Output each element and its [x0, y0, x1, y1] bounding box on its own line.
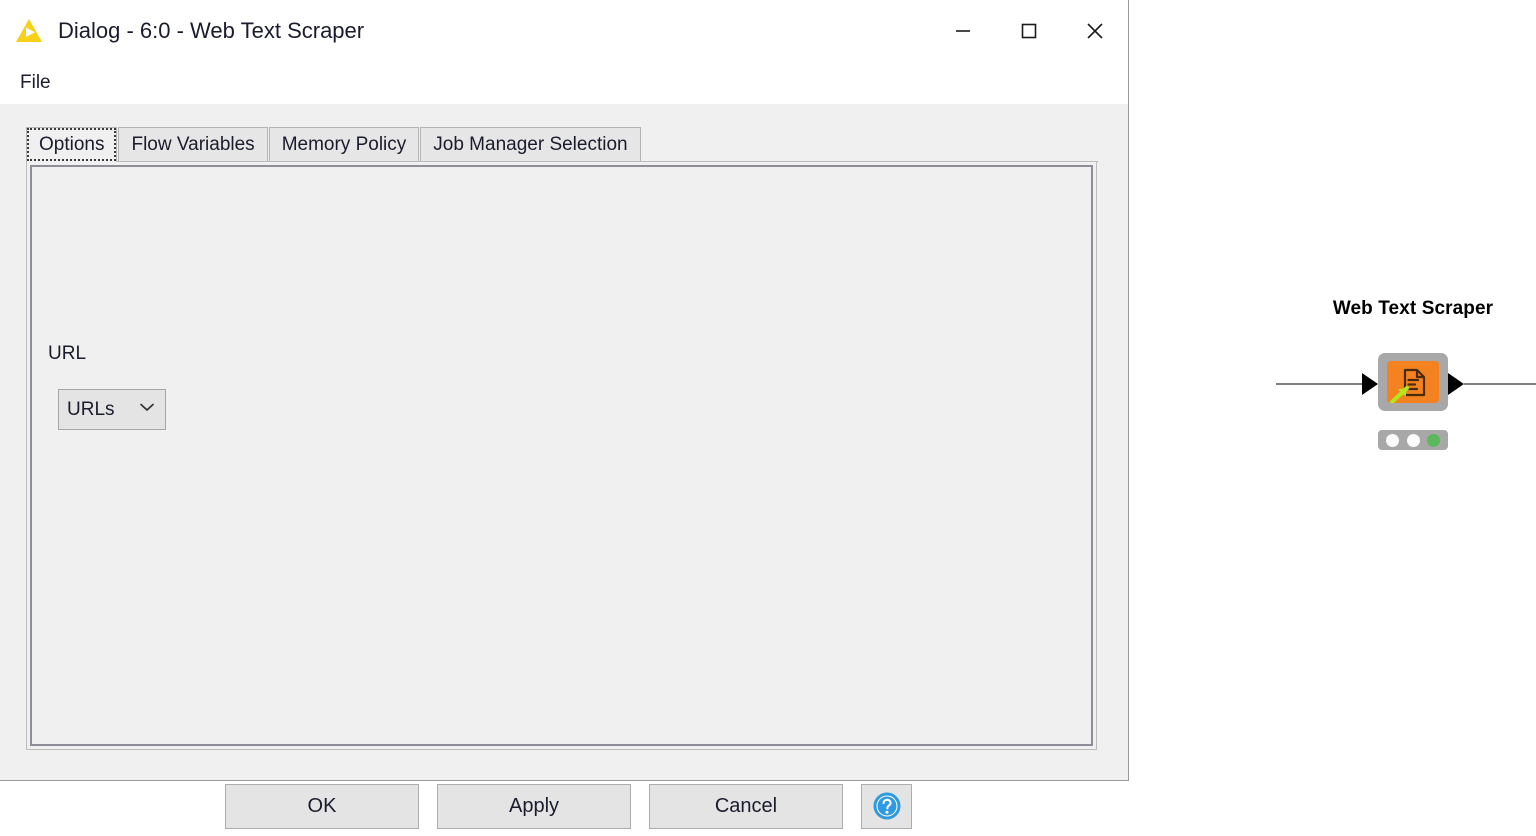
dialog-menubar: File	[0, 62, 1128, 104]
chevron-down-icon	[137, 400, 157, 419]
apply-button[interactable]: Apply	[437, 783, 631, 829]
tab-memory-policy-label: Memory Policy	[281, 134, 407, 155]
help-icon	[872, 791, 902, 821]
close-button[interactable]	[1062, 0, 1128, 62]
dialog-button-bar: OK Apply Cancel	[0, 776, 1128, 836]
tab-job-manager-selection[interactable]: Job Manager Selection	[420, 127, 641, 162]
node-connection-incoming	[1276, 383, 1366, 385]
tabstrip-filler	[641, 126, 1098, 162]
output-port-icon[interactable]	[1448, 373, 1464, 395]
tab-job-manager-selection-label: Job Manager Selection	[433, 134, 628, 155]
minimize-button[interactable]	[930, 0, 996, 62]
dialog-content: Options Flow Variables Memory Policy Job…	[0, 104, 1128, 829]
ok-button[interactable]: OK	[225, 783, 419, 829]
close-icon	[1083, 19, 1107, 43]
workflow-node-web-text-scraper[interactable]: Web Text Scraper	[1276, 298, 1536, 470]
node-status-led-idle	[1406, 433, 1420, 447]
tab-options-label: Options	[39, 134, 105, 155]
node-status-led-executed	[1427, 433, 1441, 447]
input-port-icon[interactable]	[1362, 373, 1378, 395]
node-body[interactable]	[1378, 353, 1448, 411]
tab-options[interactable]: Options	[26, 127, 118, 162]
tab-flow-variables[interactable]: Flow Variables	[118, 127, 268, 162]
node-label: Web Text Scraper	[1332, 298, 1494, 319]
url-column-select-value: URLs	[67, 398, 115, 420]
dialog-titlebar[interactable]: Dialog - 6:0 - Web Text Scraper	[0, 0, 1128, 62]
url-column-select[interactable]: URLs	[58, 389, 166, 430]
help-button[interactable]	[861, 783, 912, 829]
node-connection-outgoing	[1464, 383, 1536, 385]
options-panel-inner: URL URLs	[30, 165, 1093, 746]
tab-memory-policy[interactable]: Memory Policy	[268, 127, 420, 162]
tabstrip: Options Flow Variables Memory Policy Job…	[26, 126, 1098, 162]
window-controls	[930, 0, 1128, 62]
menu-item-file[interactable]: File	[12, 70, 59, 96]
dialog-title: Dialog - 6:0 - Web Text Scraper	[58, 18, 365, 43]
node-status-bar	[1378, 430, 1448, 450]
tab-flow-variables-label: Flow Variables	[131, 134, 255, 155]
maximize-icon	[1018, 20, 1040, 42]
document-scrape-icon	[1387, 361, 1439, 403]
url-field-label: URL	[48, 343, 87, 364]
minimize-icon	[952, 20, 974, 42]
node-status-led-idle	[1385, 433, 1399, 447]
node-configuration-dialog: Dialog - 6:0 - Web Text Scraper File Opt…	[0, 0, 1129, 829]
options-panel: URL URLs	[26, 161, 1097, 750]
knime-triangle-icon	[14, 16, 44, 46]
cancel-button[interactable]: Cancel	[649, 783, 843, 829]
maximize-button[interactable]	[996, 0, 1062, 62]
